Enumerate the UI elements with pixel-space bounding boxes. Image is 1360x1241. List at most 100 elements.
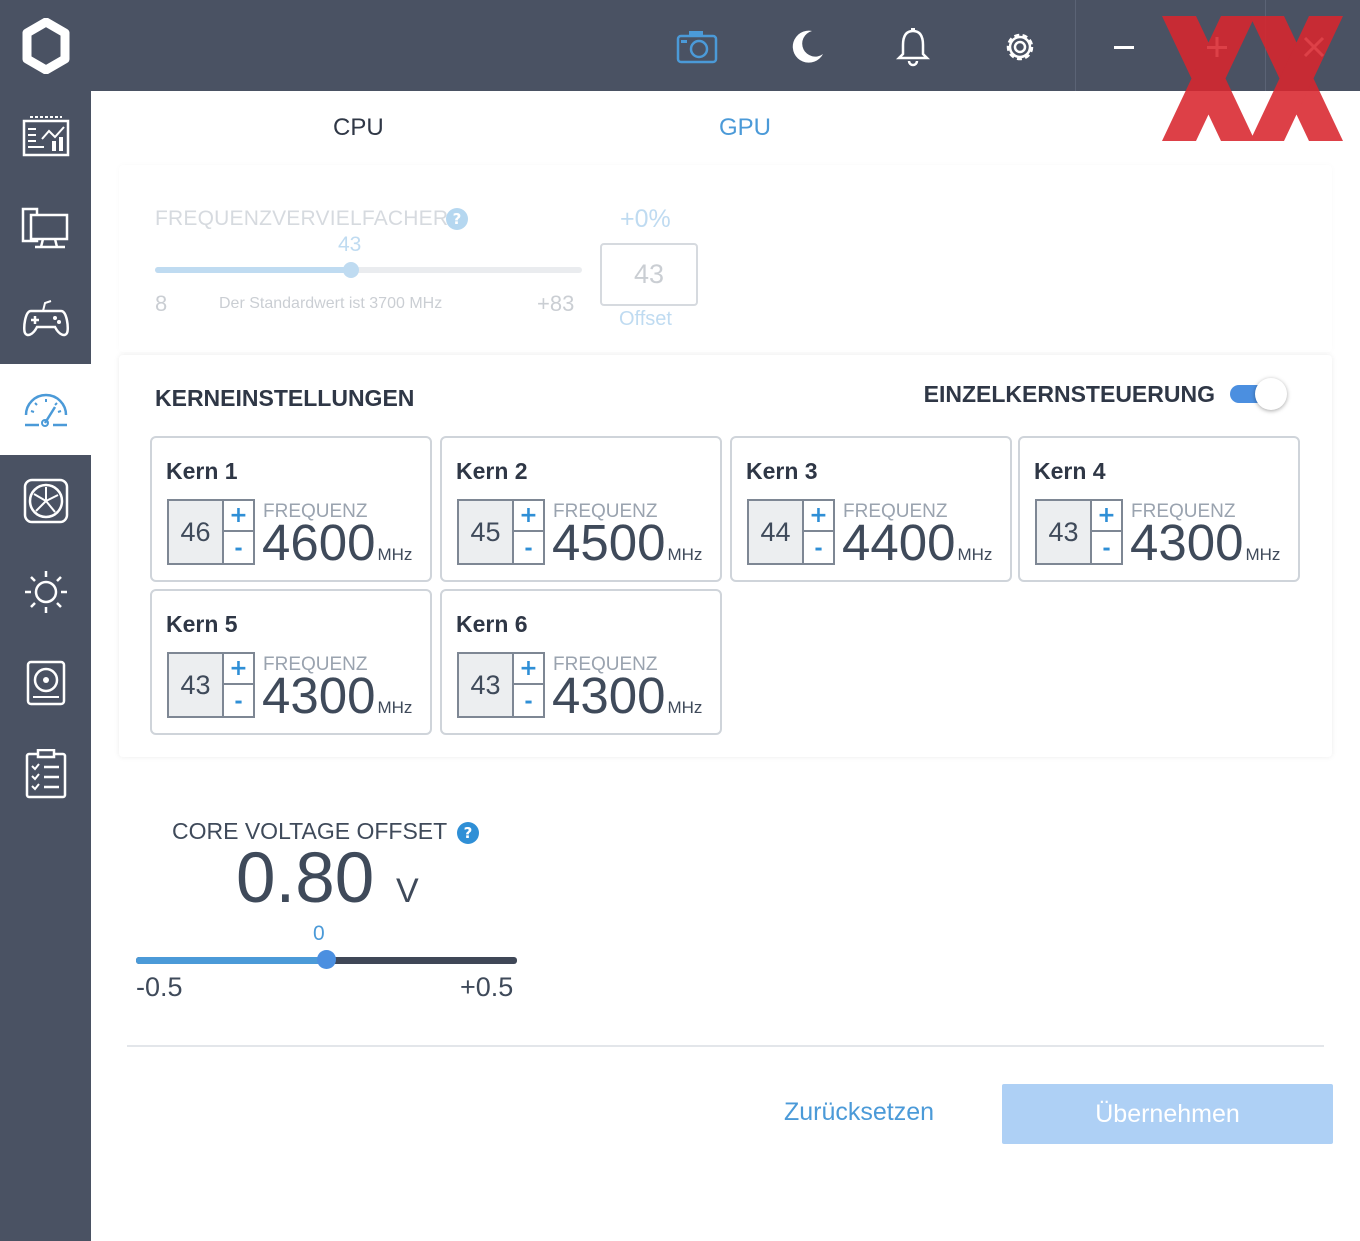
core-card: Kern 5 43 + - FREQUENZ 4300 MHz xyxy=(150,589,432,735)
core-card: Kern 1 46 + - FREQUENZ 4600 MHz xyxy=(150,436,432,582)
decrement-button[interactable]: - xyxy=(1092,532,1121,563)
toggle-knob xyxy=(1255,378,1287,410)
core-settings-title: KERNEINSTELLUNGEN xyxy=(155,385,415,411)
moon-icon[interactable] xyxy=(782,22,832,72)
core-frequency-unit: MHz xyxy=(377,698,413,717)
decrement-button[interactable]: - xyxy=(514,532,543,563)
core-frequency-value: 4300 xyxy=(1130,514,1244,571)
core-frequency-unit: MHz xyxy=(667,545,703,564)
monitor-icon xyxy=(21,207,68,248)
frequency-max-label: +83 xyxy=(537,291,575,316)
sidebar-item-lighting[interactable] xyxy=(0,546,91,637)
frequency-percent: +0% xyxy=(620,205,671,233)
frequency-default-note: Der Standardwert ist 3700 MHz xyxy=(219,295,443,312)
app-logo-icon xyxy=(22,18,70,74)
core-frequency-value: 4300 xyxy=(262,667,376,724)
increment-button[interactable]: + xyxy=(224,654,253,685)
dashboard-icon xyxy=(22,115,69,156)
increment-button[interactable]: + xyxy=(1092,501,1121,532)
core-card: Kern 4 43 + - FREQUENZ 4300 MHz xyxy=(1018,436,1300,582)
core-multiplier-stepper: + - xyxy=(222,499,255,565)
bell-icon[interactable] xyxy=(888,22,938,72)
core-multiplier-stepper: + - xyxy=(512,499,545,565)
core-frequency-value: 4600 xyxy=(262,514,376,571)
core-name: Kern 5 xyxy=(166,611,238,637)
sidebar-item-system[interactable] xyxy=(0,182,91,273)
frequency-slider-handle[interactable] xyxy=(343,262,360,278)
checklist-icon xyxy=(25,748,66,798)
watermark-logo xyxy=(1162,16,1343,141)
sidebar-item-storage[interactable] xyxy=(0,637,91,728)
core-multiplier-input[interactable]: 43 xyxy=(457,652,512,718)
core-frequency-readout: 4400 MHz xyxy=(842,513,992,572)
increment-button[interactable]: + xyxy=(514,654,543,685)
window-controls-divider xyxy=(1075,0,1076,91)
core-frequency-value: 4500 xyxy=(552,514,666,571)
core-name: Kern 3 xyxy=(746,458,818,484)
decrement-button[interactable]: - xyxy=(514,685,543,716)
frequency-multiplier-input[interactable]: 43 xyxy=(600,243,698,306)
frequency-offset-label: Offset xyxy=(619,308,672,330)
sidebar-item-fans[interactable] xyxy=(0,455,91,546)
sidebar-item-dashboard[interactable] xyxy=(0,91,91,182)
gear-icon[interactable] xyxy=(995,22,1045,72)
core-multiplier-input[interactable]: 44 xyxy=(747,499,802,565)
core-name: Kern 6 xyxy=(456,611,528,637)
voltage-min-label: -0.5 xyxy=(136,972,183,1002)
core-frequency-unit: MHz xyxy=(1245,545,1281,564)
core-multiplier-stepper: + - xyxy=(512,652,545,718)
frequency-slider-value: 43 xyxy=(338,233,362,256)
sidebar-item-tasks[interactable] xyxy=(0,728,91,819)
voltage-slider-handle[interactable] xyxy=(316,950,336,969)
sidebar-item-overclock[interactable] xyxy=(0,364,91,455)
core-voltage-value: 0.80 xyxy=(236,839,375,918)
frequency-slider-fill xyxy=(155,267,352,273)
core-card: Kern 2 45 + - FREQUENZ 4500 MHz xyxy=(440,436,722,582)
disk-icon xyxy=(26,660,65,705)
core-frequency-readout: 4300 MHz xyxy=(262,666,412,725)
core-frequency-readout: 4300 MHz xyxy=(552,666,702,725)
brightness-icon xyxy=(24,570,67,613)
tab-gpu[interactable]: GPU xyxy=(719,114,771,142)
help-icon[interactable]: ? xyxy=(446,208,468,230)
core-name: Kern 1 xyxy=(166,458,238,484)
core-multiplier-input[interactable]: 45 xyxy=(457,499,512,565)
core-name: Kern 2 xyxy=(456,458,528,484)
core-multiplier-stepper: + - xyxy=(222,652,255,718)
core-multiplier-input[interactable]: 43 xyxy=(167,652,222,718)
sidebar-item-gaming[interactable] xyxy=(0,273,91,364)
tab-cpu[interactable]: CPU xyxy=(333,114,384,142)
speedometer-icon xyxy=(24,393,67,427)
increment-button[interactable]: + xyxy=(514,501,543,532)
decrement-button[interactable]: - xyxy=(804,532,833,563)
apply-button[interactable]: Übernehmen xyxy=(1002,1084,1333,1144)
voltage-slider-value: 0 xyxy=(313,922,325,945)
core-multiplier-stepper: + - xyxy=(1090,499,1123,565)
core-name: Kern 4 xyxy=(1034,458,1106,484)
help-icon[interactable]: ? xyxy=(457,822,479,844)
per-core-control-toggle[interactable] xyxy=(1230,378,1287,410)
increment-button[interactable]: + xyxy=(804,501,833,532)
core-card: Kern 6 43 + - FREQUENZ 4300 MHz xyxy=(440,589,722,735)
core-multiplier-input[interactable]: 43 xyxy=(1035,499,1090,565)
frequency-multiplier-label: FREQUENZVERVIELFACHER xyxy=(155,207,449,230)
core-frequency-unit: MHz xyxy=(957,545,993,564)
divider xyxy=(127,1045,1324,1047)
screenshot-icon[interactable] xyxy=(672,22,722,72)
decrement-button[interactable]: - xyxy=(224,532,253,563)
core-frequency-unit: MHz xyxy=(667,698,703,717)
minimize-icon[interactable] xyxy=(1099,22,1149,72)
decrement-button[interactable]: - xyxy=(224,685,253,716)
core-multiplier-input[interactable]: 46 xyxy=(167,499,222,565)
frequency-slider-track[interactable] xyxy=(155,267,582,273)
voltage-max-label: +0.5 xyxy=(460,972,514,1002)
sidebar xyxy=(0,91,91,1241)
core-frequency-readout: 4500 MHz xyxy=(552,513,702,572)
core-frequency-unit: MHz xyxy=(377,545,413,564)
core-frequency-value: 4300 xyxy=(552,667,666,724)
reset-button[interactable]: Zurücksetzen xyxy=(784,1098,934,1127)
core-frequency-readout: 4600 MHz xyxy=(262,513,412,572)
increment-button[interactable]: + xyxy=(224,501,253,532)
core-multiplier-stepper: + - xyxy=(802,499,835,565)
frequency-min-label: 8 xyxy=(155,291,168,316)
